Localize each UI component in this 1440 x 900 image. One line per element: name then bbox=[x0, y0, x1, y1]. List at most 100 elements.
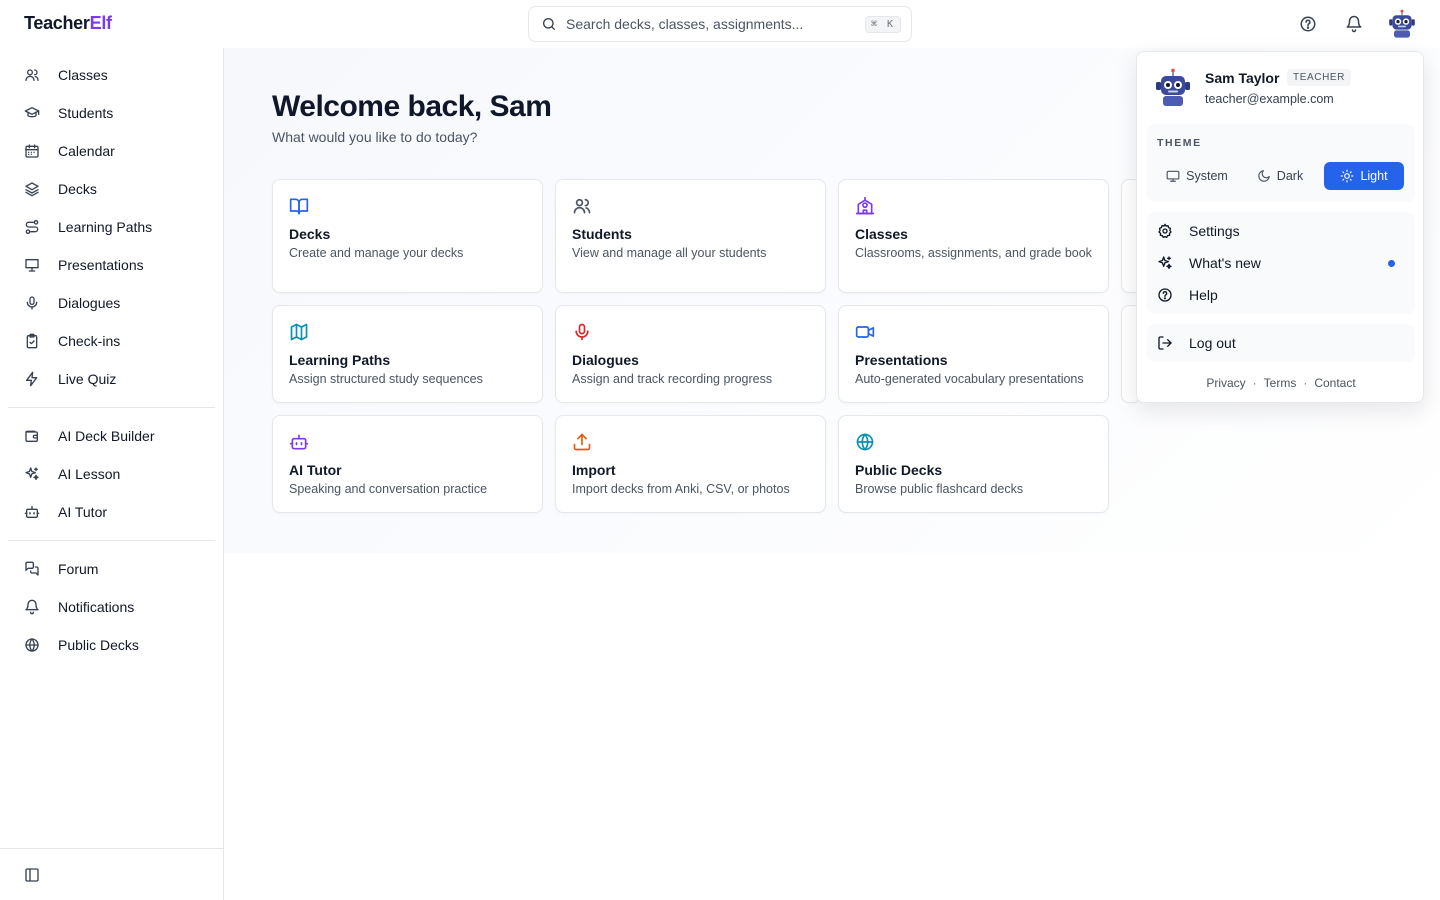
menu-item-label: Settings bbox=[1189, 223, 1240, 239]
card-presentations[interactable]: Presentations Auto-generated vocabulary … bbox=[838, 305, 1109, 403]
sidebar-item-calendar[interactable]: Calendar bbox=[8, 134, 214, 168]
card-students[interactable]: Students View and manage all your studen… bbox=[555, 179, 826, 293]
sidebar-item-public-decks[interactable]: Public Decks bbox=[8, 628, 214, 662]
bot-icon bbox=[289, 434, 309, 450]
sidebar-item-label: Decks bbox=[58, 181, 97, 197]
sidebar-item-dialogues[interactable]: Dialogues bbox=[8, 286, 214, 320]
help-circle-icon bbox=[1300, 16, 1316, 32]
panel-left-icon bbox=[25, 868, 39, 882]
card-description: Browse public flashcard decks bbox=[855, 482, 1024, 496]
sidebar-item-label: Notifications bbox=[58, 599, 135, 615]
sidebar-item-live-quiz[interactable]: Live Quiz bbox=[8, 362, 214, 396]
sidebar-item-label: Learning Paths bbox=[58, 219, 153, 235]
sidebar-item-ai-tutor[interactable]: AI Tutor bbox=[8, 495, 214, 529]
whats-new-menu-item[interactable]: What's new bbox=[1157, 249, 1405, 277]
card-title: Public Decks bbox=[855, 462, 943, 478]
theme-dark-button[interactable]: Dark bbox=[1247, 162, 1313, 190]
search-icon bbox=[543, 18, 555, 30]
theme-system-button[interactable]: System bbox=[1157, 162, 1237, 190]
card-title: Dialogues bbox=[572, 352, 639, 368]
card-dialogues[interactable]: Dialogues Assign and track recording pro… bbox=[555, 305, 826, 403]
card-description: Speaking and conversation practice bbox=[289, 482, 488, 496]
route-icon bbox=[25, 220, 39, 234]
bot-icon bbox=[24, 506, 40, 518]
settings-menu-item[interactable]: Settings bbox=[1157, 217, 1405, 245]
sidebar-item-forum[interactable]: Forum bbox=[8, 552, 214, 586]
presentation-icon bbox=[25, 259, 39, 272]
card-public-decks[interactable]: Public Decks Browse public flashcard dec… bbox=[838, 415, 1109, 513]
card-learning-paths[interactable]: Learning Paths Assign structured study s… bbox=[272, 305, 543, 403]
school-icon bbox=[855, 196, 875, 215]
theme-option-label: Light bbox=[1360, 169, 1388, 183]
sidebar-item-students[interactable]: Students bbox=[8, 96, 214, 130]
globe-icon bbox=[25, 637, 39, 653]
users-icon bbox=[573, 198, 591, 214]
help-menu-item[interactable]: Help bbox=[1157, 281, 1405, 309]
page-subtitle: What would you like to do today? bbox=[272, 129, 478, 145]
search-placeholder: Search decks, classes, assignments... bbox=[566, 16, 804, 32]
sidebar-item-label: AI Lesson bbox=[58, 466, 121, 482]
card-classes[interactable]: Classes Classrooms, assignments, and gra… bbox=[838, 179, 1109, 293]
sidebar-item-label: Calendar bbox=[58, 143, 115, 159]
menu-item-label: Log out bbox=[1189, 335, 1236, 351]
notifications-button[interactable] bbox=[1344, 14, 1364, 34]
card-import[interactable]: Import Import decks from Anki, CSV, or p… bbox=[555, 415, 826, 513]
theme-label: THEME bbox=[1157, 137, 1202, 149]
sparkles-icon bbox=[25, 467, 39, 480]
card-title: Classes bbox=[855, 226, 908, 242]
sidebar-item-label: Classes bbox=[58, 67, 108, 83]
role-badge: TEACHER bbox=[1287, 69, 1351, 86]
theme-section: THEME System Dark Light bbox=[1147, 124, 1415, 202]
layers-icon bbox=[25, 182, 39, 197]
card-ai-tutor[interactable]: AI Tutor Speaking and conversation pract… bbox=[272, 415, 543, 513]
sidebar-item-learning-paths[interactable]: Learning Paths bbox=[8, 210, 214, 244]
unread-indicator-dot bbox=[1388, 260, 1395, 267]
theme-option-label: System bbox=[1186, 169, 1228, 183]
sidebar-item-label: AI Deck Builder bbox=[58, 428, 155, 444]
user-email: teacher@example.com bbox=[1205, 92, 1334, 106]
sidebar-item-label: Live Quiz bbox=[58, 371, 117, 387]
robot-avatar-icon bbox=[1156, 68, 1190, 106]
contact-link[interactable]: Contact bbox=[1314, 376, 1355, 390]
privacy-link[interactable]: Privacy bbox=[1206, 376, 1245, 390]
logout-menu-item[interactable]: Log out bbox=[1157, 329, 1405, 357]
sidebar-item-ai-deck-builder[interactable]: AI Deck Builder bbox=[8, 419, 214, 453]
card-description: Auto-generated vocabulary presentations bbox=[855, 372, 1084, 386]
monitor-icon bbox=[1166, 170, 1180, 182]
brand-name-elf: Elf bbox=[89, 13, 112, 33]
mic-icon bbox=[26, 296, 38, 310]
sidebar-item-check-ins[interactable]: Check-ins bbox=[8, 324, 214, 358]
footer-separator: · bbox=[1303, 376, 1308, 390]
clipboard-check-icon bbox=[26, 333, 38, 349]
card-description: Create and manage your decks bbox=[289, 246, 464, 260]
card-description: View and manage all your students bbox=[572, 246, 767, 260]
user-avatar-button[interactable] bbox=[1386, 8, 1418, 40]
theme-light-button[interactable]: Light bbox=[1324, 162, 1404, 190]
footer-separator: · bbox=[1252, 376, 1257, 390]
terms-link[interactable]: Terms bbox=[1264, 376, 1297, 390]
sidebar-item-ai-lesson[interactable]: AI Lesson bbox=[8, 457, 214, 491]
sidebar-item-presentations[interactable]: Presentations bbox=[8, 248, 214, 282]
moon-icon bbox=[1258, 170, 1270, 182]
logout-section: Log out bbox=[1147, 324, 1415, 362]
card-decks[interactable]: Decks Create and manage your decks bbox=[272, 179, 543, 293]
mic-icon bbox=[575, 323, 589, 341]
brand-logo[interactable]: TeacherElf bbox=[24, 13, 112, 34]
robot-avatar-icon bbox=[1389, 9, 1415, 38]
sidebar-item-notifications[interactable]: Notifications bbox=[8, 590, 214, 624]
sidebar-item-decks[interactable]: Decks bbox=[8, 172, 214, 206]
help-button[interactable] bbox=[1298, 14, 1318, 34]
sparkles-icon bbox=[1158, 256, 1172, 269]
book-open-icon bbox=[289, 198, 309, 215]
sidebar-item-label: Forum bbox=[58, 561, 99, 577]
sidebar-divider bbox=[8, 407, 215, 408]
card-title: Learning Paths bbox=[289, 352, 391, 368]
sidebar-toggle-button[interactable] bbox=[24, 867, 40, 883]
graduation-cap-icon bbox=[24, 107, 40, 118]
search-input[interactable]: Search decks, classes, assignments... ⌘ … bbox=[528, 6, 912, 42]
help-circle-icon bbox=[1158, 288, 1172, 302]
user-name: Sam Taylor bbox=[1205, 70, 1280, 86]
sidebar-item-classes[interactable]: Classes bbox=[8, 58, 214, 92]
theme-option-label: Dark bbox=[1276, 169, 1304, 183]
card-title: Presentations bbox=[855, 352, 948, 368]
